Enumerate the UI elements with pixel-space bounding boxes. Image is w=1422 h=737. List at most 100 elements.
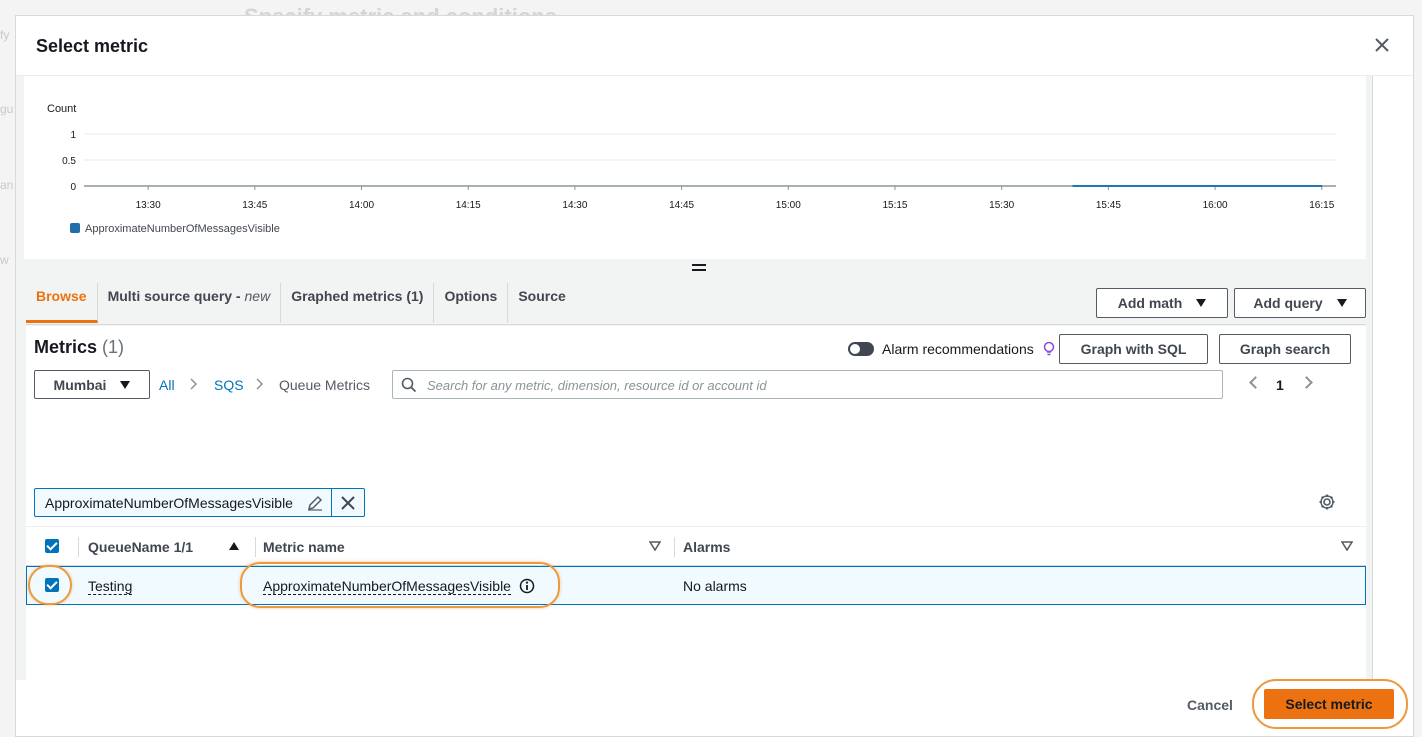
column-metric-name[interactable]: Metric name <box>263 539 345 555</box>
background-ghost-text: fy <box>0 28 10 42</box>
chevron-right-icon <box>256 378 264 390</box>
breadcrumb-sqs[interactable]: SQS <box>214 377 244 393</box>
tabs-divider <box>26 324 1366 325</box>
table-row[interactable]: Testing ApproximateNumberOfMessagesVisib… <box>26 566 1366 605</box>
tab-multi-source-query[interactable]: Multi source query - new <box>98 283 282 323</box>
row-checkbox[interactable] <box>45 578 59 592</box>
metric-name-value[interactable]: ApproximateNumberOfMessagesVisible <box>263 578 511 595</box>
column-divider <box>78 537 79 557</box>
alarm-recommendations-toggle[interactable] <box>848 342 874 356</box>
previous-page-icon[interactable] <box>1249 376 1262 389</box>
tab-source[interactable]: Source <box>508 283 575 323</box>
graph-with-sql-button[interactable]: Graph with SQL <box>1059 334 1208 364</box>
y-tick-label: 0.5 <box>62 156 76 167</box>
filter-token: ApproximateNumberOfMessagesVisible <box>34 488 365 517</box>
caret-down-icon <box>1336 299 1347 307</box>
sort-descending-icon[interactable] <box>649 541 661 551</box>
metric-name-cell[interactable]: ApproximateNumberOfMessagesVisible <box>263 578 511 595</box>
legend-label: ApproximateNumberOfMessagesVisible <box>85 223 280 235</box>
modal-header: Select metric <box>16 16 1413 76</box>
data-point <box>1214 185 1216 187</box>
new-badge: new <box>244 288 271 304</box>
x-tick-label: 14:45 <box>669 200 694 211</box>
alarms-cell: No alarms <box>683 578 747 594</box>
graph-search-button[interactable]: Graph search <box>1219 334 1351 364</box>
table-header: QueueName 1/1 Metric name Alarms <box>26 526 1366 566</box>
scrollbar[interactable] <box>1372 76 1413 680</box>
select-metric-button[interactable]: Select metric <box>1264 689 1394 719</box>
x-tick-label: 16:00 <box>1203 200 1228 211</box>
column-divider <box>674 537 675 557</box>
metrics-title: Metrics <box>34 337 98 357</box>
modal-body: Count 1 0.5 0 13:30 13:45 14:00 14:15 14:30 14:45… <box>16 76 1374 680</box>
sort-ascending-icon[interactable] <box>229 542 239 550</box>
queue-name-value[interactable]: Testing <box>88 578 133 595</box>
edit-icon[interactable] <box>307 495 323 511</box>
column-alarms[interactable]: Alarms <box>683 539 730 555</box>
x-tick-label: 13:45 <box>242 200 267 211</box>
search-icon <box>401 377 417 393</box>
tab-bar: Browse Multi source query - new Graphed … <box>26 283 576 323</box>
cancel-button[interactable]: Cancel <box>1187 697 1233 713</box>
modal-title: Select metric <box>36 36 149 56</box>
metrics-heading: Metrics (1) <box>34 337 124 358</box>
select-all-checkbox[interactable] <box>45 539 59 553</box>
alarm-recommendations-label: Alarm recommendations <box>882 341 1034 357</box>
column-queue-name[interactable]: QueueName 1/1 <box>88 539 193 555</box>
tab-multi-source-query-label: Multi source query - <box>107 288 245 304</box>
select-metric-modal: Select metric Count 1 0.5 0 13:30 13:45 14:00 1… <box>15 15 1414 737</box>
data-point <box>1320 185 1323 187</box>
metrics-panel: Metrics (1) Alarm recommendations Graph … <box>26 326 1366 680</box>
region-select-label: Mumbai <box>53 376 107 393</box>
lightbulb-icon <box>1043 341 1055 356</box>
page-number[interactable]: 1 <box>1276 377 1284 393</box>
sort-descending-icon[interactable] <box>1341 541 1353 551</box>
y-tick-label: 0 <box>70 182 76 193</box>
x-tick-label: 14:00 <box>349 200 374 211</box>
add-query-label: Add query <box>1253 295 1323 311</box>
add-math-label: Add math <box>1117 295 1183 311</box>
metric-search-input[interactable]: Search for any metric, dimension, resour… <box>392 370 1223 399</box>
add-query-button[interactable]: Add query <box>1234 288 1366 318</box>
y-axis-label: Count <box>47 103 76 115</box>
add-math-button[interactable]: Add math <box>1096 288 1228 318</box>
close-icon[interactable] <box>1373 36 1391 54</box>
x-tick-label: 15:30 <box>989 200 1014 211</box>
next-page-icon[interactable] <box>1300 376 1313 389</box>
chevron-right-icon <box>190 378 198 390</box>
x-tick-label: 13:30 <box>136 200 161 211</box>
tab-graphed-metrics[interactable]: Graphed metrics (1) <box>281 283 435 323</box>
x-tick-label: 14:15 <box>456 200 481 211</box>
tab-options[interactable]: Options <box>434 283 509 323</box>
close-icon[interactable] <box>340 495 356 511</box>
x-tick-label: 14:30 <box>562 200 587 211</box>
metric-graph: Count 1 0.5 0 13:30 13:45 14:00 14:15 14:30 14:45… <box>47 103 1336 235</box>
x-tick-label: 15:00 <box>776 200 801 211</box>
metrics-count: (1) <box>102 337 125 357</box>
data-point <box>1107 185 1110 187</box>
caret-down-icon <box>1196 299 1207 307</box>
info-icon[interactable] <box>519 578 535 594</box>
breadcrumb-queue-metrics: Queue Metrics <box>279 377 371 393</box>
queue-name-cell[interactable]: Testing <box>88 578 133 595</box>
column-divider <box>255 537 256 557</box>
search-placeholder: Search for any metric, dimension, resour… <box>427 378 767 393</box>
gear-icon[interactable] <box>1318 493 1336 511</box>
data-point <box>1072 185 1074 187</box>
background-ghost-text: w <box>0 253 9 267</box>
legend-swatch <box>70 223 80 233</box>
y-tick-label: 1 <box>70 130 76 141</box>
filter-token-divider <box>331 489 332 516</box>
panel-resize-handle[interactable] <box>692 264 706 272</box>
x-tick-label: 16:15 <box>1309 200 1334 211</box>
breadcrumb-all[interactable]: All <box>159 377 175 393</box>
x-tick-label: 15:45 <box>1096 200 1121 211</box>
tab-browse[interactable]: Browse <box>26 283 98 323</box>
x-tick-label: 15:15 <box>882 200 907 211</box>
graph-panel: Count 1 0.5 0 13:30 13:45 14:00 14:15 14:30 14:45… <box>24 76 1366 259</box>
filter-token-label: ApproximateNumberOfMessagesVisible <box>45 495 293 511</box>
region-select[interactable]: Mumbai <box>34 370 150 399</box>
caret-down-icon <box>120 380 131 389</box>
background-ghost-text: an <box>0 178 14 192</box>
background-ghost-text: gu <box>0 102 14 116</box>
